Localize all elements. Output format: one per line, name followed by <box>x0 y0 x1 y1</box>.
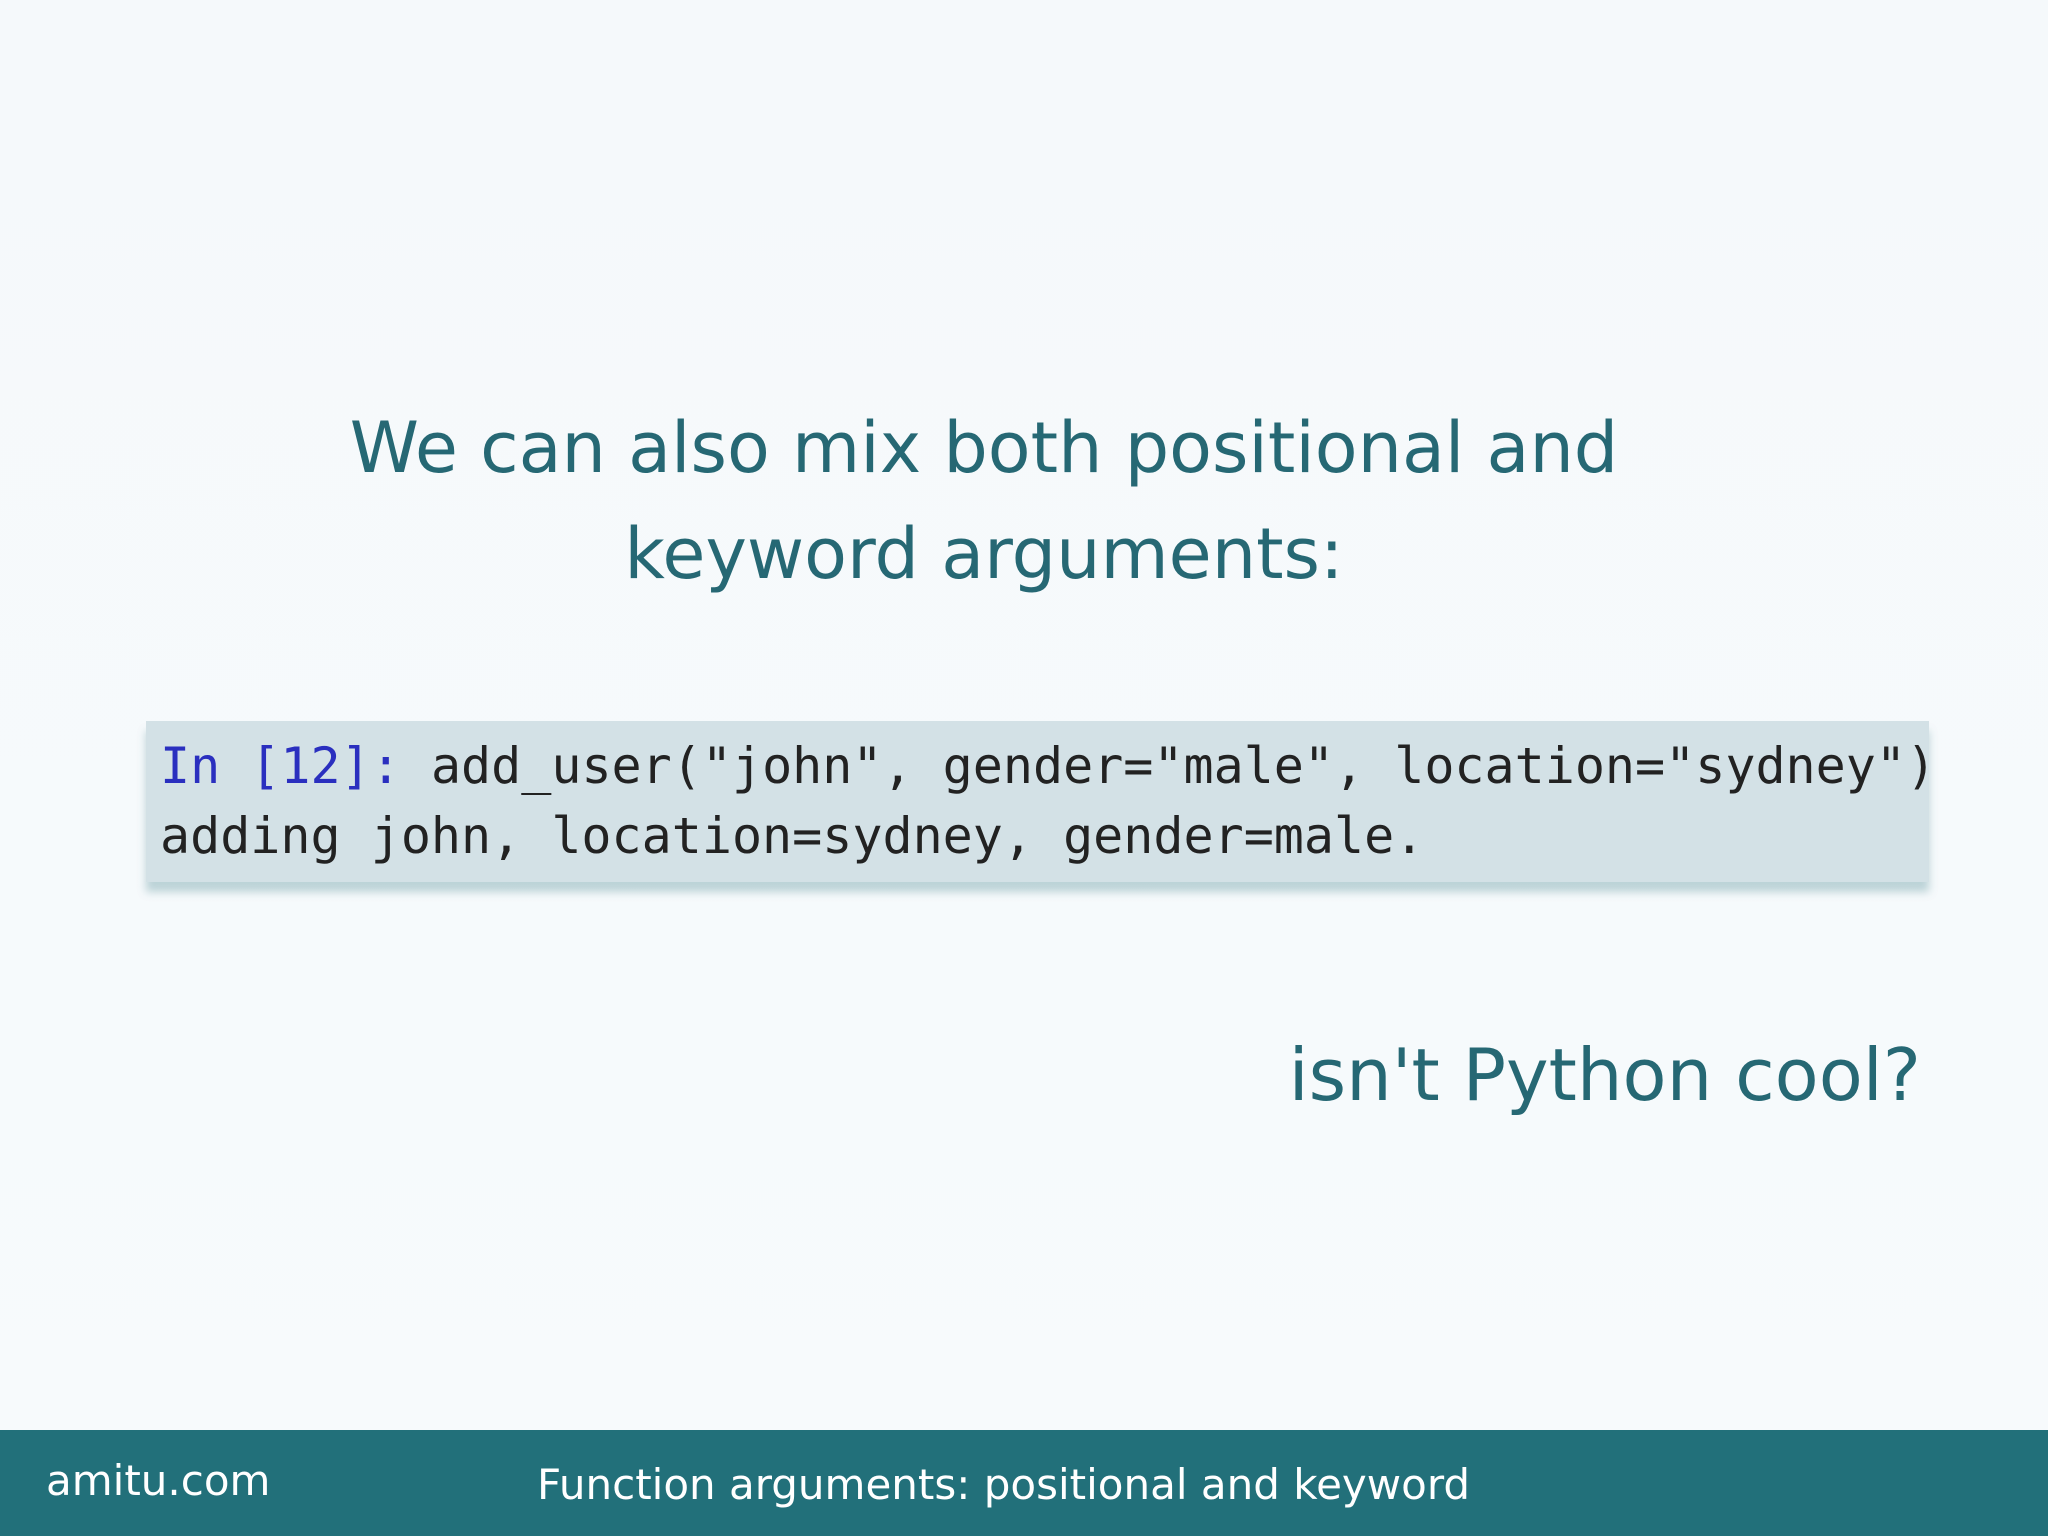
code-input-line: In [12]: add_user("john", gender="male",… <box>160 731 1936 801</box>
code-output-line: adding john, location=sydney, gender=mal… <box>160 807 1425 865</box>
closing-text: isn't Python cool? <box>1288 1033 1921 1117</box>
slide-heading-line-1: We can also mix both positional and <box>349 407 1619 489</box>
slide-heading-line-2: keyword arguments: <box>624 513 1344 595</box>
footer-site-link[interactable]: amitu.com <box>46 1456 270 1506</box>
code-input: add_user("john", gender="male", location… <box>430 737 1937 795</box>
slide-canvas: We can also mix both positional and keyw… <box>0 0 2048 1536</box>
ipython-prompt: In [12]: <box>160 737 401 795</box>
footer-slide-title: Function arguments: positional and keywo… <box>537 1460 1471 1509</box>
slide-heading: We can also mix both positional and keyw… <box>284 395 1684 607</box>
code-screenshot: In [12]: add_user("john", gender="male",… <box>146 721 1936 882</box>
footer-bar: amitu.com Function arguments: positional… <box>0 1430 2048 1536</box>
